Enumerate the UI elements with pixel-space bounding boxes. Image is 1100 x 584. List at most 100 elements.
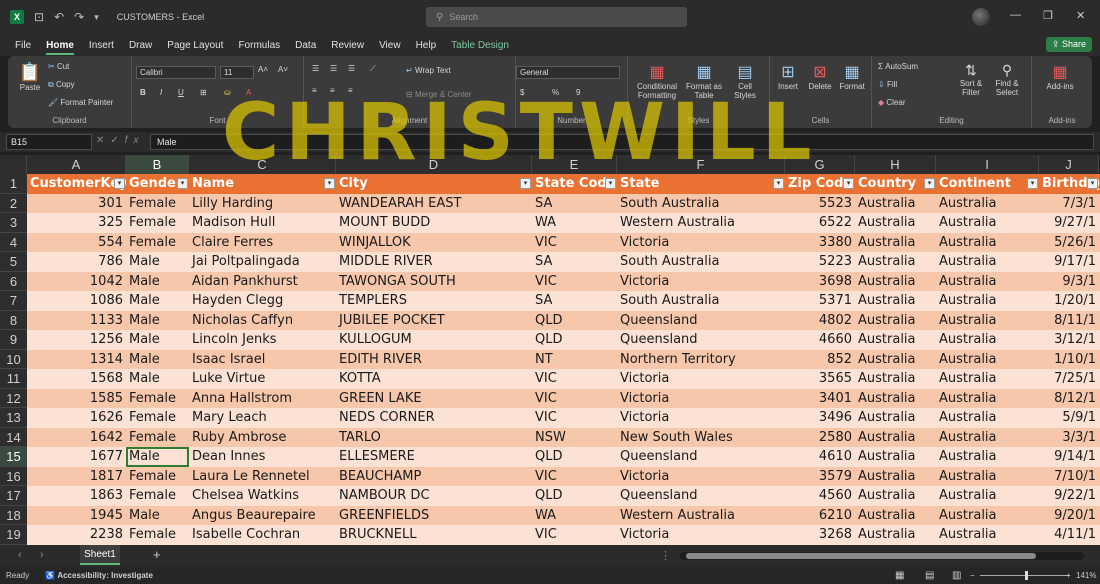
- filter-dropdown-icon[interactable]: ▾: [843, 178, 854, 189]
- table-cell[interactable]: 1677: [27, 447, 126, 467]
- column-header-c[interactable]: C: [189, 155, 336, 174]
- table-cell[interactable]: 4660: [785, 330, 855, 350]
- table-column-header[interactable]: State Code ▾: [532, 174, 617, 194]
- table-cell[interactable]: Australia: [936, 428, 1039, 448]
- table-cell[interactable]: South Australia: [617, 194, 785, 214]
- worksheet-grid[interactable]: A B C D E F G H I J 1 CustomerKey ▾ Gender ▾ Name ▾ City ▾…: [0, 155, 1100, 545]
- conditional-formatting-button[interactable]: ▦ Conditional Formatting: [632, 62, 682, 100]
- tab-data[interactable]: Data: [295, 40, 316, 51]
- row-header[interactable]: 6: [0, 271, 27, 291]
- table-cell[interactable]: NT: [532, 350, 617, 370]
- table-cell[interactable]: 9/20/1: [1039, 506, 1099, 526]
- table-cell[interactable]: Victoria: [617, 525, 785, 545]
- table-cell[interactable]: Nicholas Caffyn: [189, 311, 336, 331]
- table-cell[interactable]: BEAUCHAMP: [336, 467, 532, 487]
- table-cell[interactable]: Female: [126, 194, 189, 214]
- table-cell[interactable]: Australia: [855, 350, 936, 370]
- align-left-icon[interactable]: ≡: [312, 86, 317, 95]
- column-header-j[interactable]: J: [1039, 155, 1099, 174]
- table-cell[interactable]: VIC: [532, 369, 617, 389]
- table-cell[interactable]: Australia: [936, 311, 1039, 331]
- filter-dropdown-icon[interactable]: ▾: [324, 178, 335, 189]
- table-cell[interactable]: 7/10/1: [1039, 467, 1099, 487]
- table-cell[interactable]: Male: [126, 506, 189, 526]
- table-cell[interactable]: Victoria: [617, 389, 785, 409]
- table-cell[interactable]: MIDDLE RIVER: [336, 252, 532, 272]
- row-header[interactable]: 19: [0, 525, 27, 545]
- table-cell[interactable]: WA: [532, 506, 617, 526]
- table-cell[interactable]: 1863: [27, 486, 126, 506]
- row-header[interactable]: 14: [0, 427, 27, 447]
- zoom-in-icon[interactable]: +: [1066, 571, 1071, 580]
- table-cell[interactable]: JUBILEE POCKET: [336, 311, 532, 331]
- table-cell[interactable]: 786: [27, 252, 126, 272]
- table-cell[interactable]: NEDS CORNER: [336, 408, 532, 428]
- table-cell[interactable]: GREEN LAKE: [336, 389, 532, 409]
- table-cell[interactable]: 4802: [785, 311, 855, 331]
- table-column-header[interactable]: Gender ▾: [126, 174, 189, 194]
- table-cell[interactable]: Lincoln Jenks: [189, 330, 336, 350]
- table-cell[interactable]: 3401: [785, 389, 855, 409]
- table-cell[interactable]: QLD: [532, 447, 617, 467]
- table-cell[interactable]: VIC: [532, 389, 617, 409]
- format-painter-button[interactable]: 🖌 Format Painter: [48, 98, 113, 107]
- table-cell[interactable]: 1/10/1: [1039, 350, 1099, 370]
- page-break-view-icon[interactable]: ▥: [952, 570, 961, 581]
- table-cell[interactable]: Australia: [855, 291, 936, 311]
- table-cell[interactable]: KULLOGUM: [336, 330, 532, 350]
- table-cell[interactable]: 8/11/1: [1039, 311, 1099, 331]
- table-cell[interactable]: Male: [126, 369, 189, 389]
- align-top-icon[interactable]: ☰: [312, 64, 319, 73]
- number-format-select[interactable]: General: [516, 66, 620, 79]
- row-header[interactable]: 12: [0, 388, 27, 408]
- cut-button[interactable]: ✂ Cut: [48, 62, 69, 71]
- format-cells-button[interactable]: ▦ Format: [838, 62, 866, 91]
- clear-button[interactable]: ◆ Clear: [878, 98, 906, 107]
- grow-font-icon[interactable]: A˄: [258, 65, 268, 74]
- customize-qat-icon[interactable]: ▾: [94, 12, 99, 23]
- table-cell[interactable]: 6522: [785, 213, 855, 233]
- table-cell[interactable]: TAWONGA SOUTH: [336, 272, 532, 292]
- formula-input[interactable]: Male: [150, 134, 1094, 150]
- fill-button[interactable]: ⇩ Fill: [878, 80, 897, 89]
- table-cell[interactable]: Australia: [936, 272, 1039, 292]
- table-cell[interactable]: 9/14/1: [1039, 447, 1099, 467]
- column-header-b[interactable]: B: [126, 155, 189, 174]
- delete-cells-button[interactable]: ⊠ Delete: [806, 62, 834, 91]
- table-cell[interactable]: 3380: [785, 233, 855, 253]
- tab-page-layout[interactable]: Page Layout: [167, 40, 223, 51]
- table-cell[interactable]: Female: [126, 428, 189, 448]
- table-cell[interactable]: 7/3/1: [1039, 194, 1099, 214]
- merge-center-button[interactable]: ⊟ Merge & Center: [406, 90, 471, 99]
- table-cell[interactable]: 1642: [27, 428, 126, 448]
- tab-insert[interactable]: Insert: [89, 40, 114, 51]
- table-cell[interactable]: Male: [126, 350, 189, 370]
- table-cell[interactable]: Australia: [936, 389, 1039, 409]
- select-all-corner[interactable]: [0, 155, 27, 174]
- zoom-level[interactable]: 141%: [1076, 571, 1096, 580]
- table-cell[interactable]: Female: [126, 213, 189, 233]
- normal-view-icon[interactable]: ▦: [895, 570, 904, 581]
- table-cell[interactable]: 1/20/1: [1039, 291, 1099, 311]
- table-cell[interactable]: VIC: [532, 525, 617, 545]
- column-header-e[interactable]: E: [532, 155, 617, 174]
- table-cell[interactable]: Male: [126, 291, 189, 311]
- table-cell[interactable]: Victoria: [617, 369, 785, 389]
- table-cell[interactable]: Madison Hull: [189, 213, 336, 233]
- table-column-header[interactable]: Name ▾: [189, 174, 336, 194]
- column-header-i[interactable]: I: [936, 155, 1039, 174]
- autosave-icon[interactable]: ⊡: [34, 10, 44, 24]
- table-cell[interactable]: Victoria: [617, 233, 785, 253]
- table-cell[interactable]: MOUNT BUDD: [336, 213, 532, 233]
- page-layout-view-icon[interactable]: ▤: [925, 570, 934, 581]
- font-color-icon[interactable]: A: [246, 88, 251, 97]
- table-cell[interactable]: 1817: [27, 467, 126, 487]
- table-cell[interactable]: 1585: [27, 389, 126, 409]
- bold-icon[interactable]: B: [140, 88, 146, 97]
- tab-help[interactable]: Help: [416, 40, 437, 51]
- table-cell[interactable]: 9/22/1: [1039, 486, 1099, 506]
- table-cell[interactable]: 4/11/1: [1039, 525, 1099, 545]
- table-cell[interactable]: 1086: [27, 291, 126, 311]
- table-cell[interactable]: 5/26/1: [1039, 233, 1099, 253]
- table-cell[interactable]: SA: [532, 252, 617, 272]
